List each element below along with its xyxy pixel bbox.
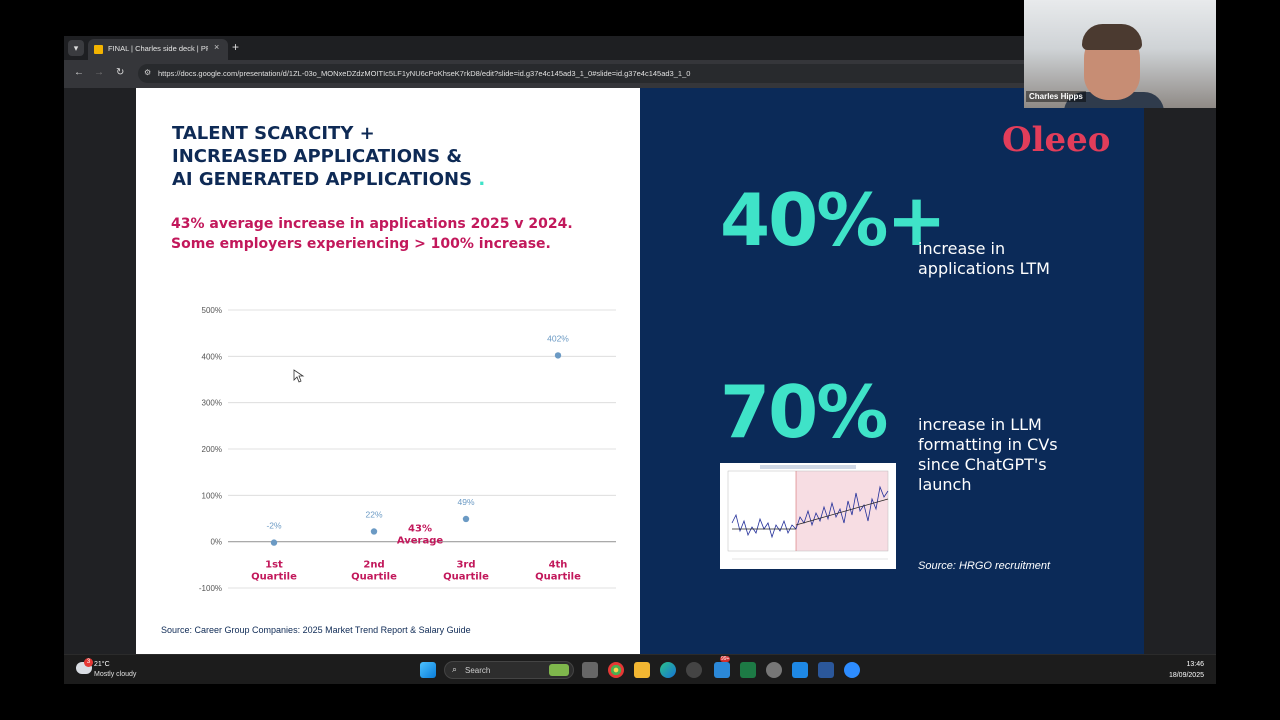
word-icon[interactable] xyxy=(818,662,834,678)
data-label: 49% xyxy=(457,497,474,507)
y-tick-label: 500% xyxy=(202,306,222,315)
weather-badge: 3 xyxy=(84,658,93,667)
edge-icon[interactable] xyxy=(660,662,676,678)
weather-temp: 21°C xyxy=(94,661,110,668)
tab-active[interactable]: FINAL | Charles side deck | PPt × xyxy=(88,39,228,60)
y-tick-label: -100% xyxy=(199,584,222,593)
stat-2-desc-line: increase in LLM xyxy=(918,415,1042,434)
chrome-icon[interactable] xyxy=(608,662,624,678)
tab-search-button[interactable]: ▾ xyxy=(68,40,84,56)
average-annotation: Average xyxy=(397,536,444,547)
slide-left-panel: TALENT SCARCITY + INCREASED APPLICATIONS… xyxy=(136,88,640,654)
webcam-name-label: Charles Hipps xyxy=(1026,91,1086,102)
source-note-right: Source: HRGO recruitment xyxy=(918,560,1051,572)
slide-headline: TALENT SCARCITY + INCREASED APPLICATIONS… xyxy=(172,122,592,191)
file-explorer-icon[interactable] xyxy=(634,662,650,678)
site-info-icon[interactable]: ⚙ xyxy=(144,68,151,77)
webcam-person-hair xyxy=(1082,24,1142,50)
stat-1-description: increase in applications LTM xyxy=(918,239,1050,279)
settings-gear-icon[interactable] xyxy=(766,662,782,678)
url-field[interactable]: ⚙ https://docs.google.com/presentation/d… xyxy=(138,64,1138,83)
windows-start-icon[interactable] xyxy=(420,662,436,678)
average-annotation: 43% xyxy=(408,524,432,535)
taskbar: 3 21°C Mostly cloudy ⌕ Search 99+ 13:46 … xyxy=(64,654,1216,684)
zoom-icon[interactable] xyxy=(844,662,860,678)
category-label: 1st xyxy=(265,560,283,571)
defender-shield-icon[interactable] xyxy=(792,662,808,678)
reload-icon[interactable]: ↻ xyxy=(116,67,124,78)
mouse-cursor-icon xyxy=(293,369,305,383)
stat-2-desc-line: since ChatGPT's xyxy=(918,455,1047,474)
slide-subtitle: 43% average increase in applications 202… xyxy=(171,214,631,254)
excel-icon[interactable] xyxy=(740,662,756,678)
category-label: 3rd xyxy=(456,560,475,571)
source-note-left: Source: Career Group Companies: 2025 Mar… xyxy=(161,625,471,635)
category-label: Quartile xyxy=(351,572,397,583)
search-icon: ⌕ xyxy=(452,664,458,674)
chatgpt-icon[interactable] xyxy=(686,662,702,678)
stat-1-value: 40%+ xyxy=(720,178,947,262)
y-tick-label: 100% xyxy=(202,491,222,500)
headline-line-2: INCREASED APPLICATIONS & xyxy=(172,146,463,167)
search-label: Search xyxy=(465,666,491,675)
stat-1-desc-line: increase in xyxy=(918,239,1006,258)
back-arrow-icon[interactable]: ← xyxy=(74,67,84,78)
new-tab-button[interactable]: + xyxy=(232,40,239,54)
tab-title: FINAL | Charles side deck | PPt xyxy=(108,44,208,53)
presentation-stage: TALENT SCARCITY + INCREASED APPLICATIONS… xyxy=(64,88,1216,654)
slide-right-panel: Oleeo 40%+ increase in applications LTM … xyxy=(640,88,1144,654)
headline-line-3: AI GENERATED APPLICATIONS . xyxy=(172,168,592,191)
clock-time: 13:46 xyxy=(1186,661,1204,668)
category-label: Quartile xyxy=(535,572,581,583)
y-tick-label: 300% xyxy=(202,399,222,408)
data-point xyxy=(370,528,378,535)
data-point xyxy=(270,539,278,546)
subtitle-line-2: Some employers experiencing > 100% incre… xyxy=(171,236,551,252)
data-point xyxy=(462,515,470,523)
llm-trend-chart-image xyxy=(720,463,896,569)
headline-line-1: TALENT SCARCITY + xyxy=(172,123,375,144)
headline-dot: . xyxy=(478,169,486,190)
url-text: https://docs.google.com/presentation/d/1… xyxy=(158,69,691,78)
data-label: 402% xyxy=(547,333,569,343)
outlook-icon[interactable]: 99+ xyxy=(714,656,731,678)
oleeo-logo: Oleeo xyxy=(1002,120,1111,160)
y-tick-label: 0% xyxy=(210,538,222,547)
subtitle-line-1: 43% average increase in applications 202… xyxy=(171,216,573,232)
stat-2-description: increase in LLM formatting in CVs since … xyxy=(918,415,1058,495)
slides-favicon-icon xyxy=(94,45,103,54)
data-point xyxy=(554,352,562,359)
weather-condition: Mostly cloudy xyxy=(94,671,137,678)
taskbar-search[interactable]: ⌕ Search xyxy=(444,661,574,679)
quartile-chart: -100%0%100%200%300%400%500%-2%1stQuartil… xyxy=(199,306,616,593)
category-label: 2nd xyxy=(363,560,384,571)
stat-1-desc-line: applications LTM xyxy=(918,259,1050,278)
screen: ▾ FINAL | Charles side deck | PPt × + ← … xyxy=(64,36,1216,684)
stat-2-desc-line: launch xyxy=(918,475,972,494)
forward-arrow-icon[interactable]: → xyxy=(94,67,104,78)
webcam-thumbnail[interactable]: Charles Hipps xyxy=(1024,0,1216,108)
system-clock[interactable]: 13:46 18/09/2025 xyxy=(1169,659,1204,681)
data-label: 22% xyxy=(365,509,382,519)
search-highlight-icon xyxy=(549,664,569,676)
category-label: 4th xyxy=(549,560,568,571)
stat-2-value: 70% xyxy=(720,370,888,454)
data-label: -2% xyxy=(266,521,282,531)
category-label: Quartile xyxy=(251,572,297,583)
stat-2-desc-line: formatting in CVs xyxy=(918,435,1058,454)
outlook-badge: 99+ xyxy=(720,656,731,662)
y-tick-label: 400% xyxy=(202,352,222,361)
headline-line-3-text: AI GENERATED APPLICATIONS xyxy=(172,169,473,190)
clock-date: 18/09/2025 xyxy=(1168,672,1204,679)
category-label: Quartile xyxy=(443,572,489,583)
y-tick-label: 200% xyxy=(202,445,222,454)
tab-close-icon[interactable]: × xyxy=(214,42,219,52)
task-view-icon[interactable] xyxy=(582,662,598,678)
